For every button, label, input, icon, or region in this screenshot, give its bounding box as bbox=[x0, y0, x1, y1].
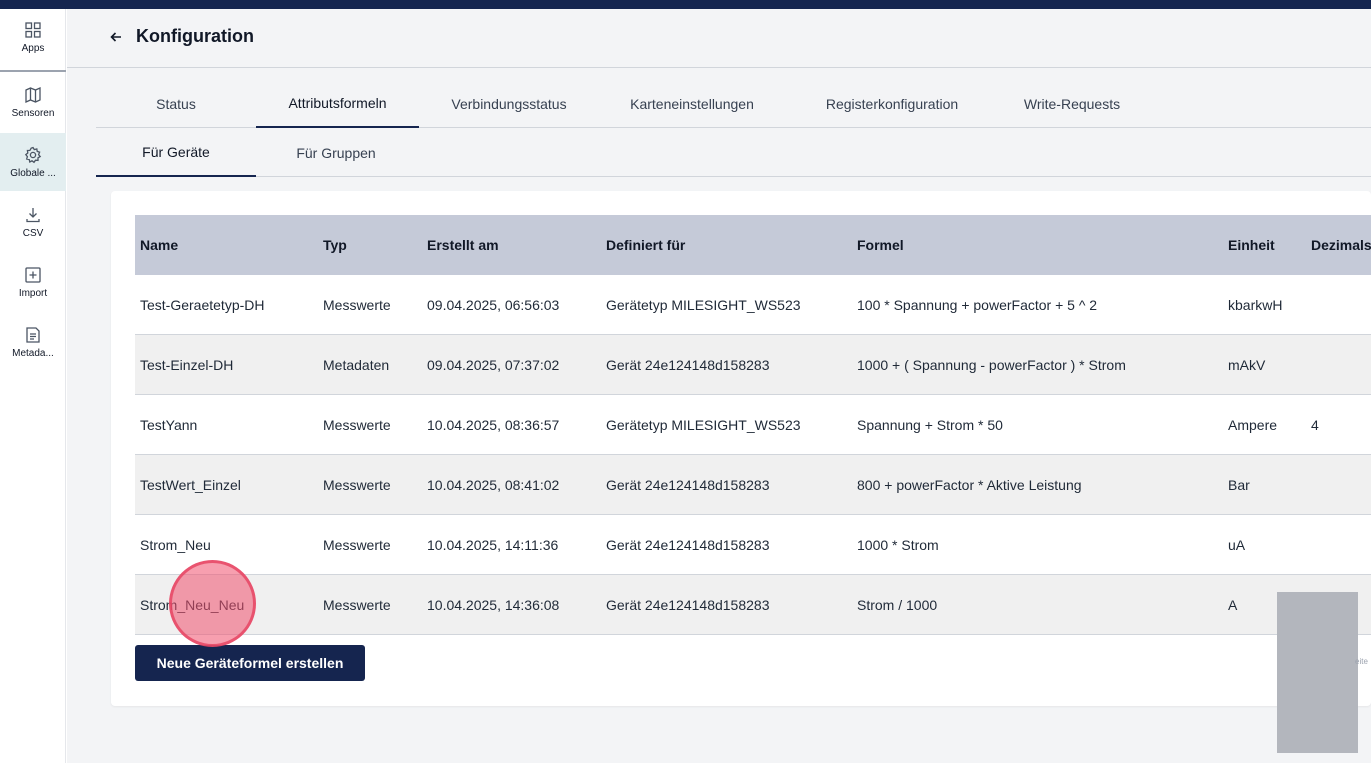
column-header-einheit[interactable]: Einheit bbox=[1228, 215, 1275, 275]
column-header-name[interactable]: Name bbox=[140, 215, 178, 275]
cell-definiert: Gerätetyp MILESIGHT_WS523 bbox=[606, 417, 801, 433]
sidebar-item-label: Apps bbox=[21, 42, 45, 54]
subtab-fuer-geraete[interactable]: Für Geräte bbox=[96, 129, 256, 177]
cell-typ: Messwerte bbox=[323, 597, 391, 613]
sidebar-divider bbox=[0, 70, 66, 72]
tab-write-requests[interactable]: Write-Requests bbox=[999, 80, 1145, 128]
table-row[interactable]: TestWert_Einzel Messwerte 10.04.2025, 08… bbox=[135, 455, 1371, 515]
table-row[interactable]: TestYann Messwerte 10.04.2025, 08:36:57 … bbox=[135, 395, 1371, 455]
table-row[interactable]: Test-Einzel-DH Metadaten 09.04.2025, 07:… bbox=[135, 335, 1371, 395]
main-content: Konfiguration Status Attributsformeln Ve… bbox=[67, 9, 1371, 763]
column-header-erstellt[interactable]: Erstellt am bbox=[427, 215, 499, 275]
tab-registerkonfiguration[interactable]: Registerkonfiguration bbox=[785, 80, 999, 128]
cell-einheit: A bbox=[1228, 597, 1238, 613]
column-header-dezimals[interactable]: Dezimals bbox=[1311, 215, 1371, 275]
sidebar-item-csv[interactable]: CSV bbox=[0, 194, 66, 250]
tab-attributsformeln[interactable]: Attributsformeln bbox=[256, 80, 419, 128]
cell-typ: Messwerte bbox=[323, 477, 391, 493]
sidebar-item-label: Metada... bbox=[12, 347, 54, 359]
sidebar: Apps Sensoren Globale ... CSV Import Met… bbox=[0, 9, 66, 763]
cell-name: Test-Einzel-DH bbox=[140, 357, 234, 373]
subtab-bar: Für Geräte Für Gruppen bbox=[96, 129, 1371, 177]
cell-einheit: uA bbox=[1228, 537, 1246, 553]
cell-typ: Messwerte bbox=[323, 297, 391, 313]
sidebar-item-import[interactable]: Import bbox=[0, 254, 66, 310]
subtab-fuer-gruppen[interactable]: Für Gruppen bbox=[256, 129, 416, 177]
sidebar-item-label: Globale ... bbox=[10, 167, 56, 179]
cell-erstellt: 10.04.2025, 08:41:02 bbox=[427, 477, 560, 493]
arrow-left-icon[interactable] bbox=[109, 30, 123, 44]
cell-erstellt: 10.04.2025, 08:36:57 bbox=[427, 417, 560, 433]
grid-icon bbox=[25, 21, 41, 38]
column-header-typ[interactable]: Typ bbox=[323, 215, 347, 275]
column-header-formel[interactable]: Formel bbox=[857, 215, 904, 275]
cell-formel: Strom / 1000 bbox=[857, 597, 938, 613]
cell-definiert: Gerätetyp MILESIGHT_WS523 bbox=[606, 297, 801, 313]
click-indicator bbox=[169, 560, 256, 647]
tab-status[interactable]: Status bbox=[96, 80, 256, 128]
cell-name: Test-Geraetetyp-DH bbox=[140, 297, 265, 313]
formula-table-card: Name Typ Erstellt am Definiert für Forme… bbox=[111, 191, 1371, 706]
page-title: Konfiguration bbox=[136, 26, 254, 46]
cell-definiert: Gerät 24e124148d158283 bbox=[606, 537, 770, 553]
top-bar bbox=[0, 0, 1371, 9]
sidebar-item-label: Import bbox=[18, 287, 48, 299]
download-icon bbox=[26, 207, 40, 222]
table-row[interactable]: Strom_Neu Messwerte 10.04.2025, 14:11:36… bbox=[135, 515, 1371, 575]
pagination-hint: eite bbox=[1355, 657, 1368, 666]
cell-einheit: kbarkwH bbox=[1228, 297, 1283, 313]
create-device-formula-button[interactable]: Neue Geräteformel erstellen bbox=[135, 645, 365, 681]
sidebar-item-metadaten[interactable]: Metada... bbox=[0, 314, 66, 370]
cell-formel: 1000 * Strom bbox=[857, 537, 939, 553]
cell-erstellt: 10.04.2025, 14:11:36 bbox=[427, 537, 559, 553]
plus-square-icon bbox=[25, 266, 41, 283]
cell-erstellt: 09.04.2025, 07:37:02 bbox=[427, 357, 560, 373]
table-row[interactable]: Test-Geraetetyp-DH Messwerte 09.04.2025,… bbox=[135, 275, 1371, 335]
page-header: Konfiguration bbox=[67, 9, 1371, 68]
cell-definiert: Gerät 24e124148d158283 bbox=[606, 597, 770, 613]
sidebar-item-sensoren[interactable]: Sensoren bbox=[0, 74, 66, 130]
cell-typ: Messwerte bbox=[323, 417, 391, 433]
cell-name: TestWert_Einzel bbox=[140, 477, 241, 493]
cell-erstellt: 09.04.2025, 06:56:03 bbox=[427, 297, 560, 313]
cell-name: TestYann bbox=[140, 417, 198, 433]
gear-icon bbox=[24, 146, 42, 163]
table-header: Name Typ Erstellt am Definiert für Forme… bbox=[135, 215, 1371, 275]
cell-formel: Spannung + Strom * 50 bbox=[857, 417, 1003, 433]
cell-definiert: Gerät 24e124148d158283 bbox=[606, 477, 770, 493]
cell-einheit: mAkV bbox=[1228, 357, 1266, 373]
cell-definiert: Gerät 24e124148d158283 bbox=[606, 357, 770, 373]
column-header-definiert[interactable]: Definiert für bbox=[606, 215, 685, 275]
redacted-overlay bbox=[1277, 592, 1358, 753]
sidebar-item-label: Sensoren bbox=[11, 107, 55, 119]
cell-typ: Messwerte bbox=[323, 537, 391, 553]
tab-karteneinstellungen[interactable]: Karteneinstellungen bbox=[599, 80, 785, 128]
sidebar-item-apps[interactable]: Apps bbox=[0, 9, 66, 65]
sidebar-item-label: CSV bbox=[22, 227, 44, 239]
document-icon bbox=[26, 326, 40, 343]
cell-formel: 100 * Spannung + powerFactor + 5 ^ 2 bbox=[857, 297, 1098, 313]
table-row[interactable]: Strom_Neu_Neu Messwerte 10.04.2025, 14:3… bbox=[135, 575, 1371, 635]
cell-dezimals: 4 bbox=[1311, 417, 1319, 433]
cell-erstellt: 10.04.2025, 14:36:08 bbox=[427, 597, 560, 613]
cell-formel: 800 + powerFactor * Aktive Leistung bbox=[857, 477, 1082, 493]
map-icon bbox=[25, 86, 41, 103]
cell-einheit: Ampere bbox=[1228, 417, 1278, 433]
tab-bar: Status Attributsformeln Verbindungsstatu… bbox=[96, 80, 1371, 128]
tab-verbindungsstatus[interactable]: Verbindungsstatus bbox=[419, 80, 599, 128]
cell-formel: 1000 + ( Spannung - powerFactor ) * Stro… bbox=[857, 357, 1126, 373]
cell-einheit: Bar bbox=[1228, 477, 1250, 493]
sidebar-item-globale[interactable]: Globale ... bbox=[0, 133, 66, 191]
cell-typ: Metadaten bbox=[323, 357, 390, 373]
